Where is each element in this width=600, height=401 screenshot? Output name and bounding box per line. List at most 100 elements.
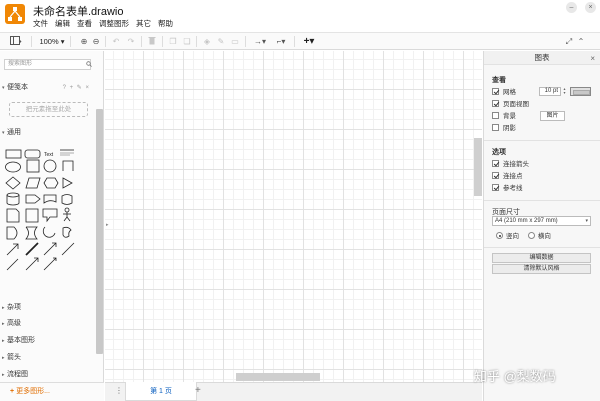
add-page-button[interactable]: +: [195, 385, 201, 396]
section-flowchart[interactable]: ▸ 流程图: [0, 368, 96, 382]
delete-icon[interactable]: [147, 36, 157, 47]
menu-edit[interactable]: 编辑: [55, 18, 70, 29]
chevron-right-icon: ▸: [2, 355, 5, 361]
clear-default-style-button[interactable]: 清除默认风格: [492, 264, 591, 274]
checkbox-icon[interactable]: [492, 172, 499, 179]
connection-style-icon[interactable]: →▾: [251, 36, 269, 47]
format-panel-toggle-icon[interactable]: [9, 36, 23, 47]
line-color-icon[interactable]: ✎: [216, 36, 226, 47]
close-window-icon[interactable]: ×: [585, 2, 596, 13]
shape-link: [6, 258, 19, 271]
waypoints-icon[interactable]: ⌐▾: [272, 36, 290, 47]
minimize-icon[interactable]: –: [566, 2, 577, 13]
section-scratchpad[interactable]: ▾ 便笺本 ? + ✎ ×: [0, 81, 96, 95]
tab-page-1[interactable]: 第 1 页: [125, 382, 197, 401]
scratchpad-drop-zone[interactable]: 把元素拖至此处: [9, 102, 88, 117]
shape-step: [25, 194, 41, 204]
more-shapes-button[interactable]: + 更多图形...: [0, 382, 104, 401]
menu-file[interactable]: 文件: [33, 18, 48, 29]
view-group-title: 查看: [492, 77, 506, 84]
chevron-right-icon: ▸: [2, 321, 5, 327]
general-shapes-palette[interactable]: Text: [4, 146, 94, 291]
shape-diamond: [5, 176, 21, 190]
grid-size-stepper[interactable]: ▴ ▾: [562, 87, 567, 96]
pages-menu-icon[interactable]: ⋮: [115, 386, 123, 395]
shape-ellipse: [5, 161, 21, 173]
checkbox-icon[interactable]: [492, 184, 499, 191]
section-advanced[interactable]: ▸ 高级: [0, 317, 96, 331]
checkbox-icon[interactable]: [492, 112, 499, 119]
shape-sidebar: 搜索图形 ▾ 便笺本 ? + ✎ × 把元素拖至此处 ▾ 通用 Text ▸ 杂…: [0, 51, 104, 401]
shape-line: [61, 242, 75, 256]
collapse-sidebar-icon[interactable]: ▸: [106, 222, 109, 228]
section-general[interactable]: ▾ 通用: [0, 126, 96, 140]
background-image-button[interactable]: 图片: [540, 111, 565, 121]
fullscreen-icon[interactable]: ⤢: [564, 36, 574, 47]
close-icon[interactable]: ×: [590, 52, 595, 66]
checkbox-icon[interactable]: [492, 160, 499, 167]
menu-view[interactable]: 查看: [77, 18, 92, 29]
section-arrows[interactable]: ▸ 箭头: [0, 351, 96, 365]
insert-icon[interactable]: +▾: [299, 36, 319, 47]
shape-rectangle: [5, 149, 22, 159]
shape-directional-connector: [25, 257, 39, 271]
chevron-down-icon: ▾: [585, 218, 588, 224]
redo-icon[interactable]: ↷: [126, 36, 136, 47]
landscape-radio[interactable]: 横向: [527, 232, 551, 240]
shape-parallelogram: [25, 177, 41, 189]
portrait-radio[interactable]: 竖向: [496, 232, 519, 240]
scratchpad-tools[interactable]: ? + ✎ ×: [63, 81, 90, 95]
checkbox-icon[interactable]: [492, 124, 499, 131]
toolbar: 100% ▾ ⊕ ⊖ ↶ ↷ ❐ ❏ ◈ ✎ ▭ →▾ ⌐▾ +▾ ⤢ ⌃: [0, 32, 600, 50]
shape-search-input[interactable]: 搜索图形: [4, 59, 92, 70]
connection-arrows-checkbox[interactable]: 连接箭头: [492, 160, 529, 169]
shape-circle: [43, 159, 57, 173]
zoom-dropdown[interactable]: 100% ▾: [37, 36, 67, 47]
collapse-toolbar-icon[interactable]: ⌃: [576, 36, 586, 47]
guides-checkbox[interactable]: 参考线: [492, 184, 523, 193]
diagram-canvas[interactable]: [105, 51, 482, 382]
shape-delay: [6, 226, 18, 240]
page-view-checkbox[interactable]: 页面视图: [492, 100, 529, 109]
grid-checkbox[interactable]: 网格: [492, 88, 516, 97]
document-title[interactable]: 未命名表单.drawio: [33, 3, 123, 19]
menu-help[interactable]: 帮助: [158, 18, 173, 29]
connection-points-checkbox[interactable]: 连接点: [492, 172, 523, 181]
menu-arrange[interactable]: 调整图形: [99, 18, 129, 29]
shape-actor: [63, 207, 71, 222]
checkbox-icon[interactable]: [492, 88, 499, 95]
section-basic[interactable]: ▸ 基本图形: [0, 334, 96, 348]
fill-color-icon[interactable]: ◈: [202, 36, 212, 47]
search-icon[interactable]: [86, 61, 92, 67]
shape-triangle: [62, 177, 73, 189]
shape-callout: [42, 208, 58, 223]
chevron-right-icon: ▸: [2, 372, 5, 378]
undo-icon[interactable]: ↶: [111, 36, 121, 47]
shape-rounded-rectangle: [24, 149, 41, 159]
shadow-checkbox[interactable]: 阴影: [492, 124, 516, 133]
grid-size-input[interactable]: 10 pt: [539, 87, 561, 96]
paper-size-select[interactable]: A4 (210 mm x 297 mm) ▾: [492, 216, 591, 226]
radio-icon[interactable]: [527, 232, 535, 239]
title-bar: 未命名表单.drawio 文件 编辑 查看 调整图形 其它 帮助 – ×: [0, 0, 600, 32]
zoom-in-icon[interactable]: ⊕: [79, 36, 89, 47]
shadow-icon[interactable]: ▭: [230, 36, 240, 47]
menu-extras[interactable]: 其它: [136, 18, 151, 29]
to-back-icon[interactable]: ❏: [182, 36, 192, 47]
zoom-out-icon[interactable]: ⊖: [91, 36, 101, 47]
sidebar-scrollbar[interactable]: [96, 109, 103, 354]
background-checkbox[interactable]: 背景: [492, 112, 516, 121]
edit-data-button[interactable]: 编辑数据: [492, 253, 591, 263]
chevron-down-icon: ▾: [2, 85, 5, 91]
shape-hexagon: [43, 177, 59, 189]
grid-color-swatch[interactable]: [570, 87, 591, 96]
radio-icon[interactable]: [496, 232, 503, 239]
section-misc[interactable]: ▸ 杂项: [0, 301, 96, 315]
canvas-horizontal-scrollbar[interactable]: [236, 373, 320, 381]
checkbox-icon[interactable]: [492, 100, 499, 107]
shape-textbox: [60, 149, 74, 156]
to-front-icon[interactable]: ❐: [168, 36, 178, 47]
canvas-vertical-scrollbar[interactable]: [474, 138, 482, 196]
shape-card: [25, 208, 39, 223]
shape-cylinder: [6, 192, 20, 206]
